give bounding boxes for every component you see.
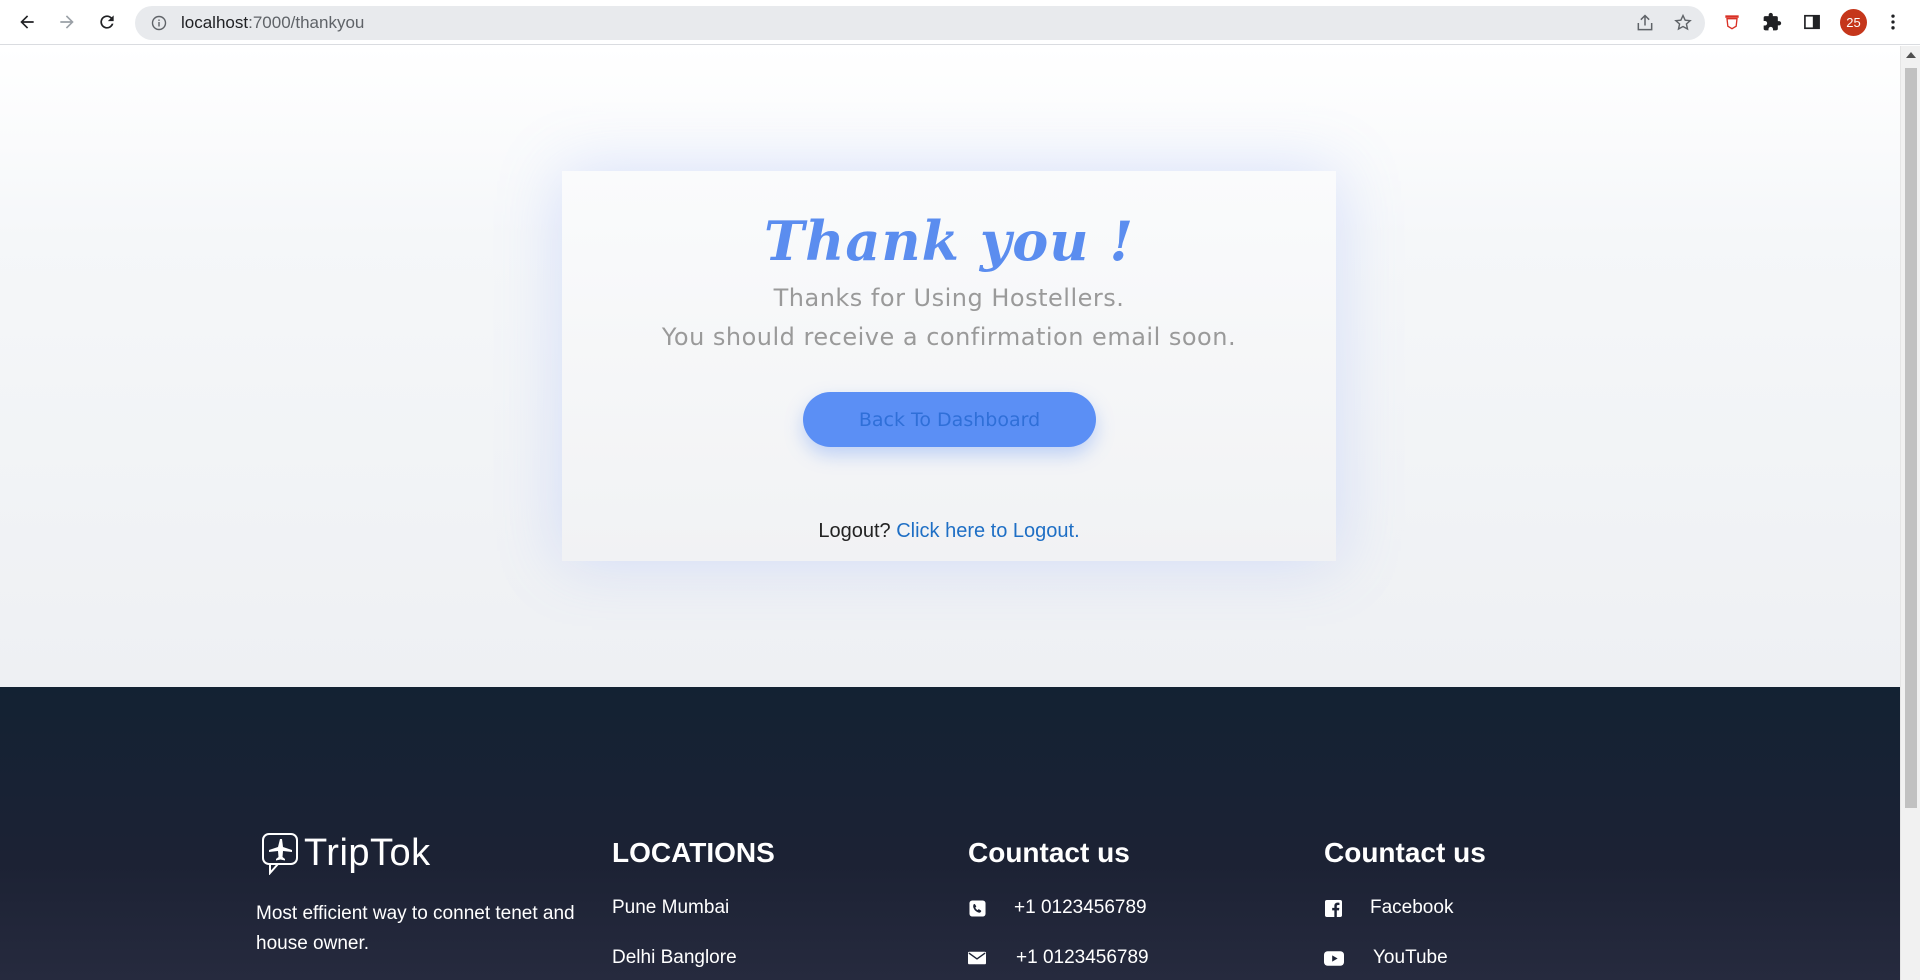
browser-toolbar: localhost:7000/thankyou 25 xyxy=(0,0,1920,45)
phone-label: +1 0123456789 xyxy=(1014,897,1147,918)
page-viewport: Thank you ! Thanks for Using Hostellers.… xyxy=(0,46,1900,980)
scrollbar-thumb[interactable] xyxy=(1905,68,1917,808)
share-icon[interactable] xyxy=(1633,11,1657,35)
arrow-right-icon xyxy=(60,15,74,29)
bookmark-star-icon[interactable] xyxy=(1671,11,1695,35)
url-path: :7000/thankyou xyxy=(248,13,365,32)
brand-logo[interactable]: TripTok xyxy=(260,831,431,875)
youtube-icon xyxy=(1324,949,1344,967)
phone-icon xyxy=(968,899,986,917)
email-contact-item[interactable]: +1 0123456789 xyxy=(968,947,1149,969)
envelope-icon xyxy=(968,949,986,967)
info-icon[interactable] xyxy=(151,15,167,31)
brand-name: TripTok xyxy=(304,831,431,874)
logout-prompt: Logout? xyxy=(818,520,891,542)
contact-heading: Countact us xyxy=(968,837,1130,868)
location-item[interactable]: Delhi Banglore xyxy=(612,947,737,969)
youtube-link[interactable]: YouTube xyxy=(1324,947,1448,969)
url-text[interactable]: localhost:7000/thankyou xyxy=(181,13,1705,33)
footer: TripTok Most efficient way to connet ten… xyxy=(0,687,1900,980)
reload-icon xyxy=(100,15,114,29)
reload-button[interactable] xyxy=(92,7,122,37)
thankyou-card: Thank you ! Thanks for Using Hostellers.… xyxy=(562,171,1336,561)
scroll-up-arrow-icon[interactable] xyxy=(1906,52,1916,58)
back-to-dashboard-button[interactable]: Back To Dashboard xyxy=(803,392,1096,447)
kebab-menu-icon[interactable] xyxy=(1879,8,1907,36)
forward-button[interactable] xyxy=(52,7,82,37)
confirmation-message: You should receive a confirmation email … xyxy=(661,323,1237,351)
youtube-label: YouTube xyxy=(1373,947,1448,968)
side-panel-icon[interactable] xyxy=(1798,8,1826,36)
url-host: localhost xyxy=(181,13,249,32)
extensions-puzzle-icon[interactable] xyxy=(1758,8,1786,36)
facebook-icon xyxy=(1324,899,1342,917)
phone-contact-item[interactable]: +1 0123456789 xyxy=(968,897,1147,919)
contact-heading: Countact us xyxy=(1324,837,1486,868)
logout-link[interactable]: Click here to Logout. xyxy=(896,520,1079,542)
address-bar[interactable]: localhost:7000/thankyou xyxy=(135,6,1705,40)
airplane-chat-icon xyxy=(262,833,298,875)
facebook-label: Facebook xyxy=(1370,897,1454,918)
thankyou-section: Thank you ! Thanks for Using Hostellers.… xyxy=(0,46,1900,687)
vertical-scrollbar[interactable] xyxy=(1900,46,1920,980)
locations-heading: LOCATIONS xyxy=(612,837,775,868)
facebook-link[interactable]: Facebook xyxy=(1324,897,1453,919)
thankyou-title: Thank you ! xyxy=(763,209,1135,273)
thanks-message: Thanks for Using Hostellers. xyxy=(773,284,1125,312)
email-label: +1 0123456789 xyxy=(1016,947,1149,968)
logout-row: Logout? Click here to Logout. xyxy=(562,520,1336,543)
arrow-left-icon xyxy=(20,15,34,29)
profile-avatar[interactable]: 25 xyxy=(1840,9,1867,36)
extension-shield-icon[interactable] xyxy=(1718,8,1746,36)
location-item[interactable]: Pune Mumbai xyxy=(612,897,729,919)
back-button[interactable] xyxy=(12,7,42,37)
brand-description: Most efficient way to connet tenet and h… xyxy=(256,903,575,954)
